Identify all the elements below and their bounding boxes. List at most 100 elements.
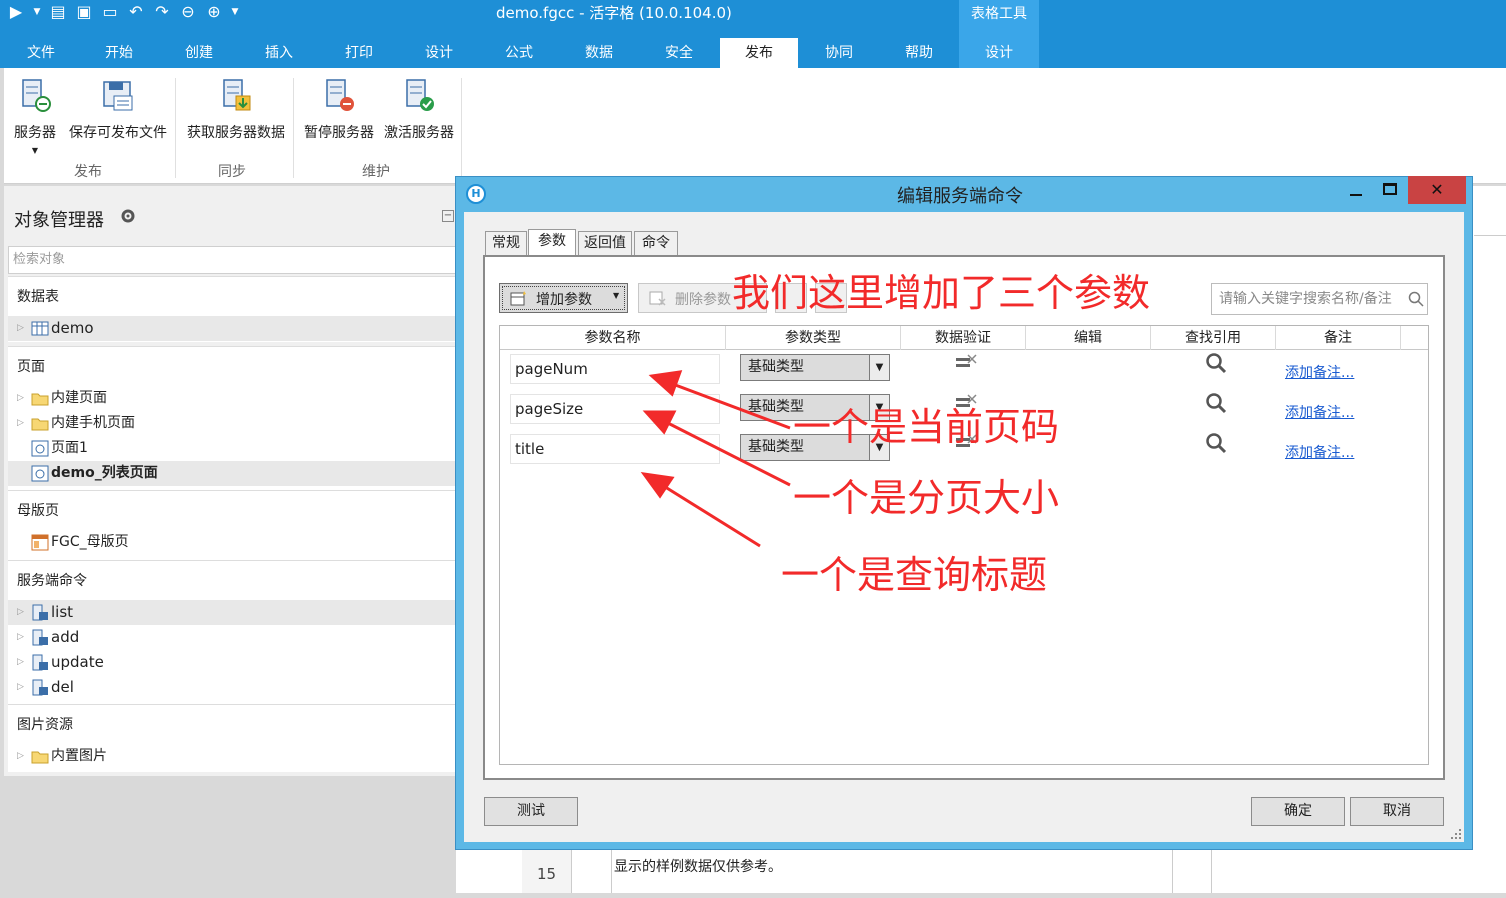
tree-item-builtin-pages[interactable]: ▷ 内建页面: [8, 386, 456, 411]
fetch-server-data-label: 获取服务器数据: [187, 125, 285, 141]
expand-arrow-icon[interactable]: ▷: [17, 411, 24, 436]
activate-server-button[interactable]: 激活服务器: [380, 78, 458, 142]
sheet-cell[interactable]: [1172, 850, 1212, 893]
add-note-link[interactable]: 添加备注...: [1285, 402, 1354, 422]
search-icon[interactable]: [1408, 291, 1424, 307]
test-button[interactable]: 测试: [484, 797, 578, 826]
tab-file[interactable]: 文件: [12, 38, 70, 68]
forward-icon[interactable]: ⊕: [204, 2, 224, 22]
tab-table-design[interactable]: 设计: [959, 38, 1039, 68]
tree-item-builtin-images[interactable]: ▷ 内置图片: [8, 744, 456, 769]
table-tools-tab-header: 表格工具: [959, 0, 1039, 38]
tab-parameters[interactable]: 参数: [528, 229, 576, 256]
minimize-button[interactable]: [1340, 176, 1372, 204]
tab-create[interactable]: 创建: [170, 38, 228, 68]
expand-arrow-icon[interactable]: ▷: [17, 625, 24, 650]
tab-security[interactable]: 安全: [650, 38, 708, 68]
dropdown-icon[interactable]: ▼: [32, 2, 42, 22]
tab-design[interactable]: 设计: [410, 38, 468, 68]
section-server-commands[interactable]: 服务端命令: [17, 570, 87, 590]
new-file-icon[interactable]: ▤: [48, 2, 68, 22]
tree-item-cmd-del[interactable]: ▷ del: [8, 675, 456, 700]
section-images[interactable]: 图片资源: [17, 714, 73, 734]
tab-collaborate[interactable]: 协同: [810, 38, 868, 68]
expand-arrow-icon[interactable]: ▷: [17, 675, 24, 700]
undo-icon[interactable]: ↶: [126, 2, 146, 22]
find-references-icon[interactable]: [1205, 432, 1227, 454]
ribbon-tab-bar: 文件 开始 创建 插入 打印 设计 公式 数据 安全 发布 协同 帮助 设计: [0, 38, 1506, 69]
section-pages[interactable]: 页面: [17, 356, 45, 376]
chevron-down-icon: ▼: [613, 291, 620, 300]
add-note-link[interactable]: 添加备注...: [1285, 362, 1354, 382]
resize-grip-icon[interactable]: [1448, 826, 1462, 840]
ok-button[interactable]: 确定: [1251, 797, 1345, 826]
tab-help[interactable]: 帮助: [890, 38, 948, 68]
server-icon: [17, 78, 53, 114]
expand-arrow-icon[interactable]: ▷: [17, 600, 24, 625]
cancel-button[interactable]: 取消: [1350, 797, 1444, 826]
expand-arrow-icon[interactable]: ▷: [17, 744, 24, 769]
tab-formula[interactable]: 公式: [490, 38, 548, 68]
param-name-input[interactable]: pageSize: [510, 394, 720, 424]
row-header[interactable]: 15: [522, 850, 572, 893]
tab-data[interactable]: 数据: [570, 38, 628, 68]
server-button-label: 服务器: [14, 125, 56, 141]
server-button[interactable]: 服务器 ▼: [10, 78, 60, 155]
column-header-name[interactable]: 参数名称: [500, 326, 726, 350]
add-note-link[interactable]: 添加备注...: [1285, 442, 1354, 462]
run-icon[interactable]: ▶: [6, 2, 26, 22]
pause-server-button[interactable]: 暂停服务器: [300, 78, 378, 142]
save-publishable-button[interactable]: 保存可发布文件: [64, 78, 172, 142]
section-tables[interactable]: 数据表: [17, 286, 59, 306]
collapse-icon[interactable]: −: [442, 210, 454, 222]
tree-item-demo-table[interactable]: ▷ demo: [8, 316, 456, 341]
section-master-pages[interactable]: 母版页: [17, 500, 59, 520]
customize-icon[interactable]: ▼: [230, 2, 240, 22]
tree-item-page1[interactable]: 页面1: [8, 436, 456, 461]
add-parameter-button[interactable]: 增加参数 ▼: [499, 283, 628, 313]
tree-item-master-page[interactable]: FGC_母版页: [8, 530, 456, 555]
param-name-input[interactable]: title: [510, 434, 720, 464]
find-references-icon[interactable]: [1205, 352, 1227, 374]
redo-icon[interactable]: ↷: [152, 2, 172, 22]
tree-item-demo-list-page[interactable]: demo_列表页面: [8, 461, 456, 486]
column-header-note[interactable]: 备注: [1276, 326, 1401, 350]
chevron-down-icon[interactable]: ▼: [869, 355, 889, 380]
tab-print[interactable]: 打印: [330, 38, 388, 68]
column-header-edit[interactable]: 编辑: [1026, 326, 1151, 350]
tree-item-cmd-update[interactable]: ▷ update: [8, 650, 456, 675]
column-header-find-references[interactable]: 查找引用: [1151, 326, 1276, 350]
param-name-input[interactable]: pageNum: [510, 354, 720, 384]
tree-item-cmd-add[interactable]: ▷ add: [8, 625, 456, 650]
tree-item-label: 页面1: [51, 440, 88, 456]
back-icon[interactable]: ⊖: [178, 2, 198, 22]
find-references-icon[interactable]: [1205, 392, 1227, 414]
tree-item-cmd-list[interactable]: ▷ list: [8, 600, 456, 625]
tab-insert[interactable]: 插入: [250, 38, 308, 68]
gear-icon[interactable]: [120, 208, 136, 224]
column-header-validation[interactable]: 数据验证: [901, 326, 1026, 350]
expand-arrow-icon[interactable]: ▷: [17, 386, 24, 411]
tree-item-builtin-mobile-pages[interactable]: ▷ 内建手机页面: [8, 411, 456, 436]
param-type-select[interactable]: 基础类型 ▼: [740, 354, 890, 381]
tab-command[interactable]: 命令: [634, 231, 678, 256]
open-folder-icon[interactable]: ▭: [100, 2, 120, 22]
sheet-cell[interactable]: [572, 850, 612, 893]
parameter-search-input[interactable]: 请输入关键字搜索名称/备注: [1211, 283, 1428, 315]
tab-home[interactable]: 开始: [90, 38, 148, 68]
expand-arrow-icon[interactable]: ▷: [17, 316, 24, 341]
sheet-cell-text: 显示的样例数据仅供参考。: [614, 859, 782, 875]
close-button[interactable]: ✕: [1408, 176, 1466, 204]
column-header-type[interactable]: 参数类型: [726, 326, 901, 350]
expand-arrow-icon[interactable]: ▷: [17, 650, 24, 675]
maximize-button[interactable]: [1374, 176, 1406, 204]
validation-icon[interactable]: [955, 353, 977, 373]
table-icon: [31, 320, 49, 337]
tab-general[interactable]: 常规: [485, 231, 527, 256]
save-icon[interactable]: ▣: [74, 2, 94, 22]
fetch-server-data-button[interactable]: 获取服务器数据: [182, 78, 290, 142]
tree-item-label: add: [51, 628, 80, 646]
object-search-input[interactable]: 检索对象: [8, 246, 456, 274]
tab-return-value[interactable]: 返回值: [578, 231, 632, 256]
tab-publish[interactable]: 发布: [720, 38, 798, 69]
